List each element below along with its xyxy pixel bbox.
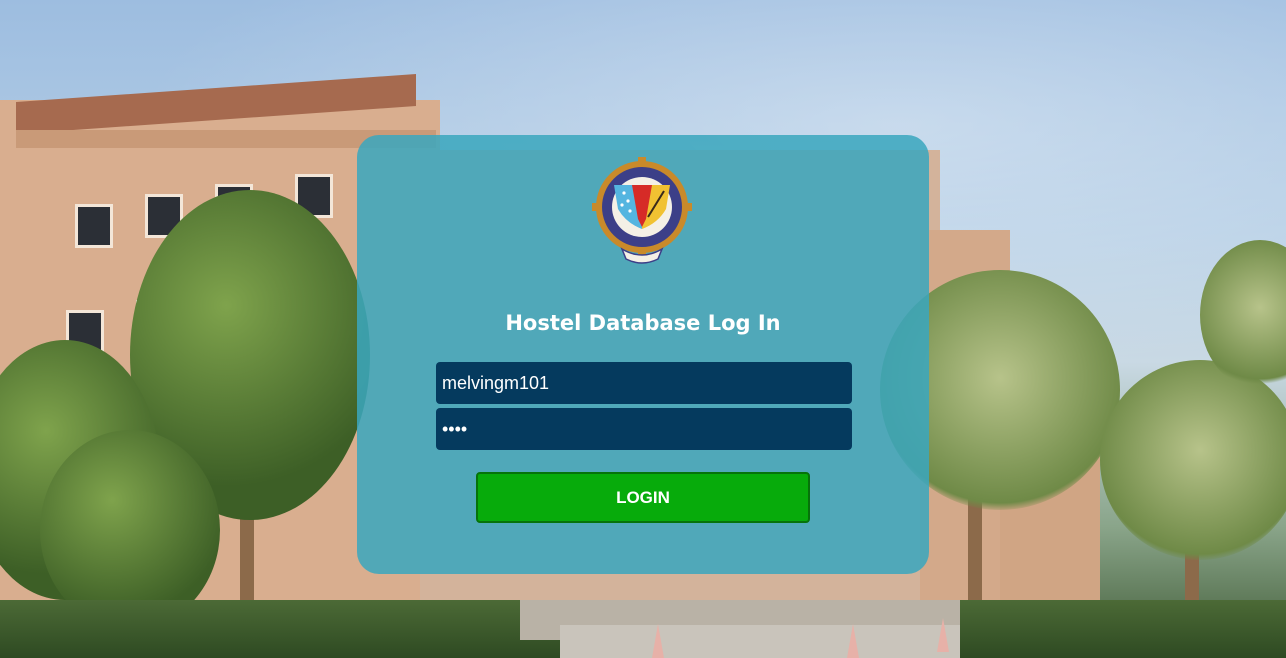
traffic-cone	[652, 624, 664, 658]
password-input[interactable]	[436, 408, 852, 450]
page-title: Hostel Database Log In	[505, 311, 781, 335]
username-input[interactable]	[436, 362, 852, 404]
traffic-cone	[847, 624, 859, 658]
traffic-cone	[937, 618, 949, 652]
login-panel: Hostel Database Log In LOGIN	[357, 135, 929, 574]
bits-pilani-emblem-icon	[592, 157, 692, 264]
window	[75, 204, 113, 248]
palm-tree	[1100, 360, 1286, 560]
login-button[interactable]: LOGIN	[476, 472, 810, 523]
road	[560, 625, 960, 658]
